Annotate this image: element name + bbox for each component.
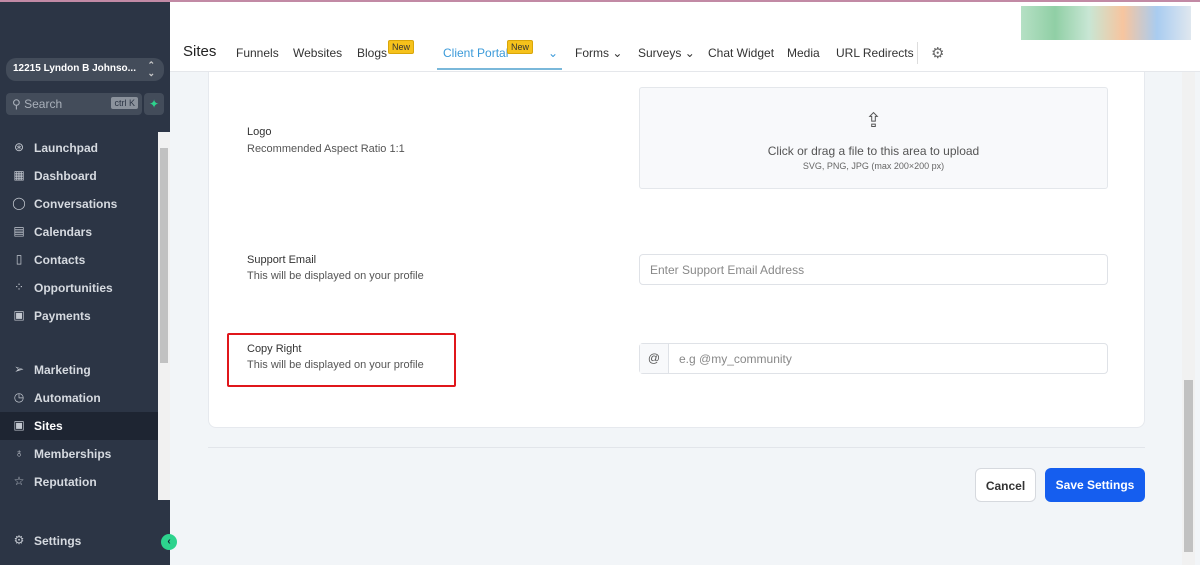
cancel-button[interactable]: Cancel bbox=[975, 468, 1036, 502]
tab-chat-widget[interactable]: Chat Widget bbox=[708, 46, 774, 60]
placeholder: Enter Support Email Address bbox=[650, 263, 805, 277]
chevron-updown-icon: ⌃ ⌄ bbox=[147, 60, 155, 78]
search-placeholder: Search bbox=[24, 97, 63, 111]
sidebar-item-payments[interactable]: ▣ Payments bbox=[0, 302, 158, 330]
sidebar-item-label: Memberships bbox=[34, 447, 112, 461]
sidebar-item-label: Sites bbox=[34, 419, 63, 433]
sites-icon: ▣ bbox=[13, 418, 25, 432]
sidebar-item-memberships[interactable]: ♁ Memberships bbox=[0, 440, 158, 468]
upload-text: Click or drag a file to this area to upl… bbox=[767, 144, 980, 158]
copyright-input[interactable]: @ e.g @my_community bbox=[639, 343, 1108, 374]
search-shortcut: ctrl K bbox=[111, 97, 138, 109]
automation-icon: ◷ bbox=[13, 390, 25, 404]
sidebar-item-settings[interactable]: ⚙ Settings bbox=[0, 527, 158, 555]
contacts-icon: ▯ bbox=[15, 252, 23, 266]
location-name: 12215 Lyndon B Johnso... bbox=[13, 63, 136, 74]
sidebar-item-label: Payments bbox=[34, 309, 91, 323]
sidebar-item-marketing[interactable]: ➢ Marketing bbox=[0, 356, 158, 384]
sidebar-item-label: Calendars bbox=[34, 225, 93, 239]
sidebar-item-automation[interactable]: ◷ Automation bbox=[0, 384, 158, 412]
support-email-input[interactable]: Enter Support Email Address bbox=[639, 254, 1108, 285]
tab-label: Forms bbox=[575, 46, 609, 60]
sidebar-item-label: Automation bbox=[34, 391, 101, 405]
tab-media[interactable]: Media bbox=[787, 46, 820, 60]
collapse-sidebar-button[interactable]: ‹ bbox=[161, 534, 177, 550]
chevron-down-icon: ⌄ bbox=[684, 46, 695, 60]
star-icon: ☆ bbox=[13, 474, 25, 488]
active-tab-indicator bbox=[437, 68, 562, 70]
sidebar-scrollbar[interactable] bbox=[158, 132, 170, 500]
sidebar-item-dashboard[interactable]: ▦ Dashboard bbox=[0, 162, 158, 190]
divider bbox=[917, 42, 918, 64]
upload-icon: ⇪ bbox=[865, 110, 882, 132]
sidebar: 12215 Lyndon B Johnso... ⌃ ⌄ ⚲ Search ctrl … bbox=[0, 2, 177, 565]
sidebar-item-label: Reputation bbox=[34, 475, 97, 489]
chat-icon: ◯ bbox=[12, 196, 26, 210]
launchpad-icon: ⊛ bbox=[13, 140, 25, 154]
search-icon: ⚲ bbox=[12, 97, 25, 111]
tab-url-redirects[interactable]: URL Redirects bbox=[836, 46, 914, 60]
tab-client-portal[interactable]: Client Portal bbox=[443, 46, 508, 60]
support-email-sub: This will be displayed on your profile bbox=[247, 270, 424, 282]
logo-label: Logo bbox=[247, 126, 272, 138]
sidebar-item-label: Opportunities bbox=[34, 281, 113, 295]
placeholder: e.g @my_community bbox=[679, 352, 792, 366]
sidebar-item-conversations[interactable]: ◯ Conversations bbox=[0, 190, 158, 218]
sidebar-item-label: Contacts bbox=[34, 253, 86, 267]
tab-funnels[interactable]: Funnels bbox=[236, 46, 279, 60]
tab-forms[interactable]: Forms ⌄ bbox=[575, 46, 622, 60]
sidebar-item-reputation[interactable]: ☆ Reputation bbox=[0, 468, 158, 496]
upload-hint: SVG, PNG, JPG (max 200×200 px) bbox=[802, 161, 945, 171]
tab-surveys[interactable]: Surveys ⌄ bbox=[638, 46, 695, 60]
calendar-icon: ▤ bbox=[13, 224, 25, 238]
copyright-label: Copy Right bbox=[247, 343, 302, 355]
page-title: Sites bbox=[183, 43, 217, 60]
save-settings-button[interactable]: Save Settings bbox=[1045, 468, 1145, 502]
main-scrollbar[interactable] bbox=[1182, 72, 1195, 565]
award-icon: ♁ bbox=[14, 446, 24, 460]
support-email-label: Support Email bbox=[247, 254, 317, 266]
opportunities-icon: ⁘ bbox=[13, 280, 25, 294]
sidebar-item-calendars[interactable]: ▤ Calendars bbox=[0, 218, 158, 246]
sidebar-item-label: Dashboard bbox=[34, 169, 97, 183]
chevron-down-icon[interactable]: ⌄ bbox=[548, 46, 558, 60]
top-nav: Sites Funnels Websites Blogs New Client … bbox=[170, 2, 1200, 72]
at-prefix: @ bbox=[640, 344, 669, 373]
new-badge: New bbox=[388, 40, 415, 54]
sidebar-item-label: Conversations bbox=[34, 197, 118, 211]
send-icon: ➢ bbox=[13, 362, 25, 376]
new-badge: New bbox=[507, 40, 534, 54]
divider bbox=[208, 447, 1145, 448]
settings-card: Logo Recommended Aspect Ratio 1:1 ⇪ Clic… bbox=[208, 72, 1145, 428]
dashboard-icon: ▦ bbox=[13, 168, 25, 182]
payments-icon: ▣ bbox=[13, 308, 25, 322]
logo-sub: Recommended Aspect Ratio 1:1 bbox=[247, 143, 405, 155]
sidebar-item-sites[interactable]: ▣ Sites bbox=[0, 412, 158, 440]
blurred-header-region bbox=[1021, 6, 1191, 40]
tab-label: Surveys bbox=[638, 46, 682, 60]
sidebar-item-opportunities[interactable]: ⁘ Opportunities bbox=[0, 274, 158, 302]
sidebar-item-label: Settings bbox=[34, 534, 82, 548]
tab-blogs[interactable]: Blogs bbox=[357, 46, 387, 60]
logo-upload-dropzone[interactable]: ⇪ Click or drag a file to this area to u… bbox=[639, 87, 1108, 189]
gear-icon[interactable]: ⚙ bbox=[931, 44, 944, 62]
tab-websites[interactable]: Websites bbox=[293, 46, 342, 60]
sidebar-item-launchpad[interactable]: ⊛ Launchpad bbox=[0, 134, 158, 162]
search-input[interactable]: ⚲ Search ctrl K bbox=[6, 93, 142, 115]
gear-icon: ⚙ bbox=[13, 533, 25, 547]
chevron-down-icon: ⌄ bbox=[612, 46, 623, 60]
copyright-sub: This will be displayed on your profile bbox=[247, 359, 424, 371]
location-switcher[interactable]: 12215 Lyndon B Johnso... ⌃ ⌄ bbox=[6, 58, 164, 81]
sidebar-item-label: Launchpad bbox=[34, 141, 99, 155]
sidebar-item-contacts[interactable]: ▯ Contacts bbox=[0, 246, 158, 274]
ai-bolt-button[interactable]: ✦ bbox=[144, 93, 164, 115]
sidebar-item-label: Marketing bbox=[34, 363, 91, 377]
